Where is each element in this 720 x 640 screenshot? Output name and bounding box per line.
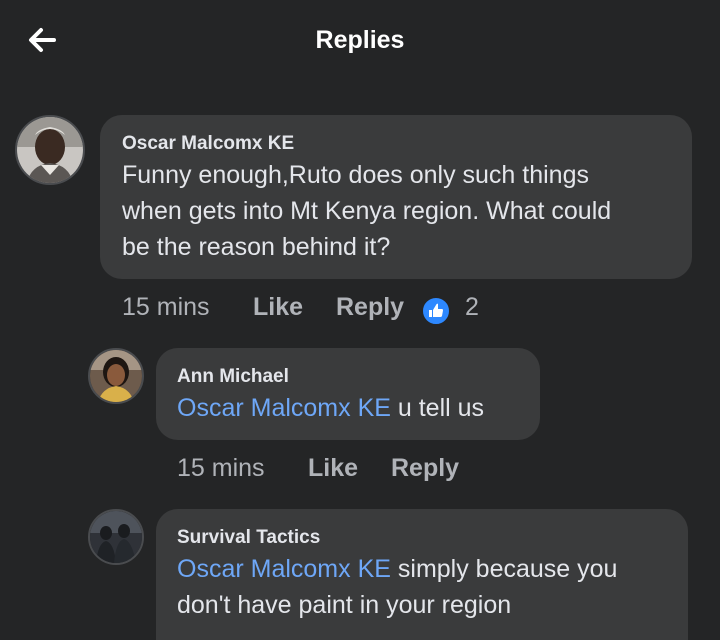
page-title: Replies	[315, 26, 405, 54]
comment-text-survival-tactics-line1: Oscar Malcomx KE simply because you	[177, 551, 617, 587]
comment-author-survival-tactics[interactable]: Survival Tactics	[177, 527, 320, 549]
header: Replies	[0, 0, 720, 84]
avatar-oscar[interactable]	[15, 115, 85, 185]
thumbs-up-icon	[429, 303, 443, 317]
mention-link[interactable]: Oscar Malcomx KE	[177, 394, 391, 422]
like-button-ann[interactable]: Like	[308, 454, 358, 483]
comment-text-oscar-line1: Funny enough,Ruto does only such things	[122, 161, 589, 189]
comment-author-ann[interactable]: Ann Michael	[177, 366, 289, 388]
comment-author-oscar[interactable]: Oscar Malcomx KE	[122, 133, 294, 155]
avatar-ann[interactable]	[88, 348, 144, 404]
like-button-oscar[interactable]: Like	[253, 293, 303, 322]
reply-button-ann[interactable]: Reply	[391, 454, 459, 483]
reply-button-oscar[interactable]: Reply	[336, 293, 404, 322]
avatar-survival-tactics-image	[90, 511, 142, 563]
comment-time-ann: 15 mins	[177, 454, 265, 482]
avatar-oscar-image	[17, 117, 83, 183]
avatar-ann-image	[90, 350, 142, 402]
mention-link[interactable]: Oscar Malcomx KE	[177, 555, 391, 583]
comment-text-ann-body: u tell us	[390, 394, 485, 422]
comment-text-oscar-line2: when gets into Mt Kenya region. What cou…	[122, 197, 612, 225]
comment-text-oscar-line3: be the reason behind it?	[122, 233, 391, 261]
comment-text-survival-tactics-body: simply because you	[390, 555, 618, 583]
avatar-survival-tactics[interactable]	[88, 509, 144, 565]
comment-text-survival-tactics-line2: don't have paint in your region	[177, 591, 512, 619]
comment-time-oscar: 15 mins	[122, 293, 210, 321]
reaction-badge-oscar[interactable]	[421, 296, 451, 326]
reaction-count-oscar[interactable]: 2	[465, 293, 479, 322]
comment-text-ann: Oscar Malcomx KE u tell us	[177, 390, 484, 426]
